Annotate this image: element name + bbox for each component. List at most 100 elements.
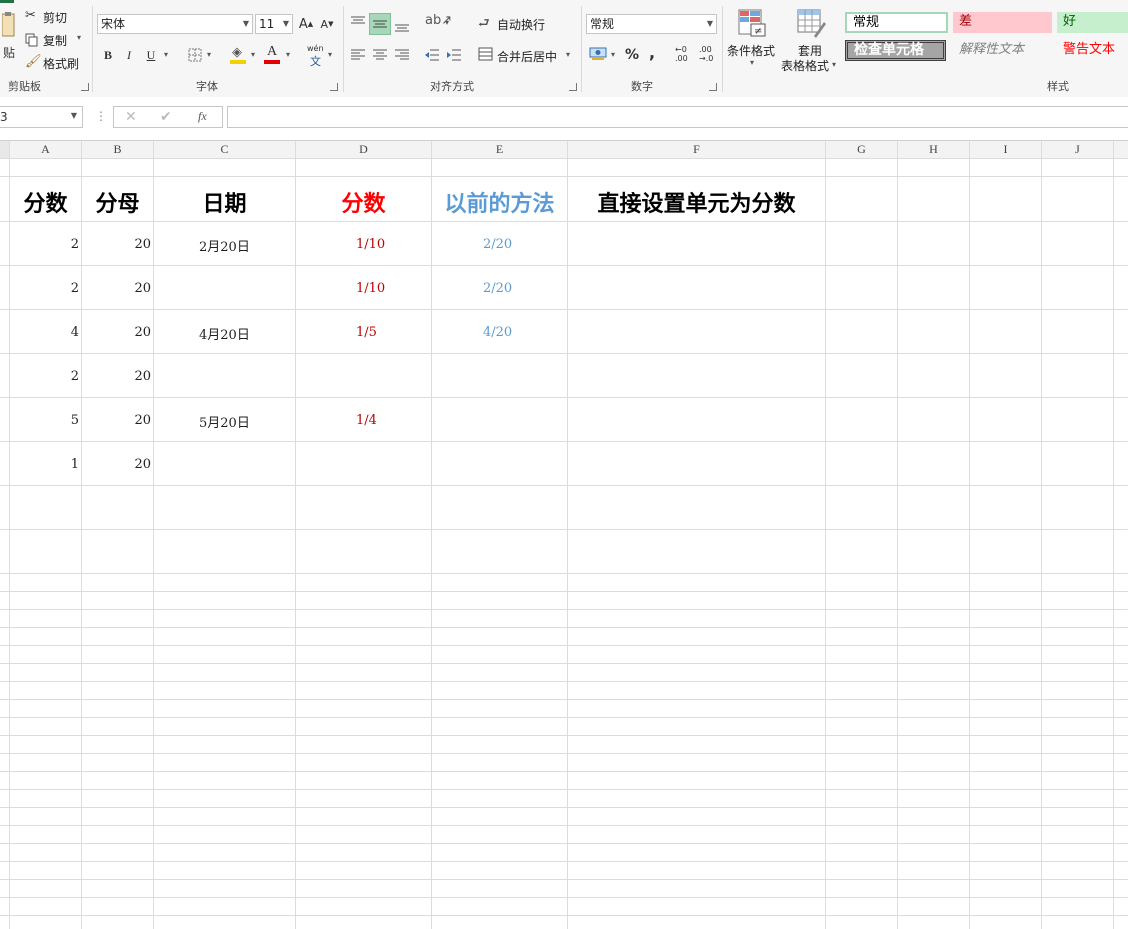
- align-top-icon[interactable]: [350, 15, 366, 29]
- number-launcher-icon[interactable]: [709, 83, 717, 91]
- decrease-decimal-icon[interactable]: .00 →.0: [699, 45, 719, 65]
- style-check-cell[interactable]: 检查单元格: [845, 40, 946, 61]
- font-name-select[interactable]: 宋体 ▼: [97, 14, 253, 34]
- cell-D3[interactable]: 1/10: [356, 281, 385, 296]
- format-painter-button[interactable]: 🖌 格式刷: [25, 54, 85, 72]
- merge-dropdown-icon[interactable]: ▾: [566, 50, 570, 59]
- column-header-F[interactable]: F: [568, 141, 825, 158]
- header-cell-A[interactable]: 分数: [10, 186, 81, 218]
- font-size-select[interactable]: 11 ▼: [255, 14, 293, 34]
- column-header-G[interactable]: G: [826, 141, 897, 158]
- increase-font-icon[interactable]: A ▲: [298, 14, 314, 34]
- bold-button[interactable]: B: [101, 46, 115, 64]
- cut-button[interactable]: ✂ 剪切: [25, 8, 85, 26]
- cell-B3[interactable]: 20: [82, 281, 151, 296]
- decrease-font-icon[interactable]: A ▼: [319, 14, 335, 34]
- style-explanatory[interactable]: 解释性文本: [953, 40, 1052, 61]
- drag-handle-icon[interactable]: ⋮: [95, 109, 107, 123]
- cell-C6[interactable]: 5月20日: [199, 412, 250, 431]
- cell-A5[interactable]: 2: [10, 369, 79, 384]
- cell-A4[interactable]: 4: [10, 325, 79, 340]
- copy-dropdown-icon[interactable]: ▾: [77, 33, 81, 42]
- accounting-format-button[interactable]: [589, 45, 609, 65]
- font-color-button[interactable]: A: [264, 44, 282, 65]
- border-icon[interactable]: [188, 48, 202, 62]
- conditional-format-button[interactable]: ≠ 条件格式 ▾: [726, 8, 778, 70]
- cell-D2[interactable]: 1/10: [356, 237, 385, 252]
- cell-C4[interactable]: 4月20日: [199, 324, 250, 343]
- phonetic-dropdown-icon[interactable]: ▾: [328, 50, 332, 59]
- header-cell-E[interactable]: 以前的方法: [432, 186, 567, 218]
- header-cell-C[interactable]: 日期: [154, 186, 295, 218]
- format-as-table-button[interactable]: 套用 表格格式 ▾: [780, 8, 842, 73]
- cell-B6[interactable]: 20: [82, 413, 151, 428]
- cell-E2[interactable]: 2/20: [483, 237, 512, 252]
- font-launcher-icon[interactable]: [330, 83, 338, 91]
- cell-B4[interactable]: 20: [82, 325, 151, 340]
- cell-E3[interactable]: 2/20: [483, 281, 512, 296]
- comma-button[interactable]: ,: [645, 42, 659, 62]
- accounting-dropdown-icon[interactable]: ▾: [611, 50, 615, 59]
- increase-indent-icon[interactable]: [446, 48, 462, 62]
- column-header-I[interactable]: I: [970, 141, 1041, 158]
- style-warning[interactable]: 警告文本: [1057, 40, 1128, 61]
- align-center-icon[interactable]: [372, 48, 388, 62]
- copy-button[interactable]: 复制 ▾: [25, 31, 87, 49]
- enter-icon[interactable]: ✔: [160, 109, 172, 125]
- column-header-E[interactable]: E: [432, 141, 567, 158]
- column-header-H[interactable]: H: [898, 141, 969, 158]
- style-good[interactable]: 好: [1057, 12, 1128, 33]
- cell-A6[interactable]: 5: [10, 413, 79, 428]
- cell-B7[interactable]: 20: [82, 457, 151, 472]
- align-left-icon[interactable]: [350, 48, 366, 62]
- underline-button[interactable]: U: [144, 46, 158, 64]
- decrease-indent-icon[interactable]: [424, 48, 440, 62]
- name-box[interactable]: 3 ▼: [0, 106, 83, 128]
- cell-B5[interactable]: 20: [82, 369, 151, 384]
- number-format-select[interactable]: 常规 ▼: [586, 14, 717, 34]
- column-header-B[interactable]: B: [82, 141, 153, 158]
- column-header-A[interactable]: A: [10, 141, 81, 158]
- style-bad[interactable]: 差: [953, 12, 1052, 33]
- merge-center-button[interactable]: 合并后居中 ▾: [478, 46, 574, 64]
- header-cell-D[interactable]: 分数: [296, 186, 431, 218]
- column-header-J[interactable]: J: [1042, 141, 1113, 158]
- grid-line: [0, 158, 1128, 159]
- cell-D4[interactable]: 1/5: [356, 325, 377, 340]
- align-bottom-icon[interactable]: [394, 19, 410, 33]
- column-header-D[interactable]: D: [296, 141, 431, 158]
- orientation-dropdown-icon[interactable]: ▾: [445, 18, 449, 27]
- wrap-text-button[interactable]: ⮐ 自动换行: [478, 14, 550, 32]
- alignment-launcher-icon[interactable]: [569, 83, 577, 91]
- header-cell-B[interactable]: 分母: [82, 186, 153, 218]
- increase-decimal-icon[interactable]: ←0.00: [675, 45, 695, 65]
- underline-dropdown-icon[interactable]: ▾: [164, 50, 168, 59]
- border-dropdown-icon[interactable]: ▾: [207, 50, 211, 59]
- fill-color-dropdown-icon[interactable]: ▾: [251, 50, 255, 59]
- font-color-dropdown-icon[interactable]: ▾: [286, 50, 290, 59]
- cell-E4[interactable]: 4/20: [483, 325, 512, 340]
- grid-line: [153, 141, 154, 929]
- cell-A7[interactable]: 1: [10, 457, 79, 472]
- cancel-icon[interactable]: ✕: [125, 109, 137, 125]
- cell-A3[interactable]: 2: [10, 281, 79, 296]
- align-middle-button[interactable]: [369, 13, 391, 35]
- fill-color-button[interactable]: ◈: [230, 45, 248, 65]
- cell-D6[interactable]: 1/4: [356, 413, 377, 428]
- select-all-corner[interactable]: [0, 141, 9, 158]
- paste-button[interactable]: 贴: [0, 8, 18, 64]
- spreadsheet-grid[interactable]: A B C D E F G H I J 分数 分母 日期 分数 以前的方法 直接…: [0, 141, 1128, 929]
- cell-A2[interactable]: 2: [10, 237, 79, 252]
- align-right-icon[interactable]: [394, 48, 410, 62]
- formula-input[interactable]: [227, 106, 1128, 128]
- italic-button[interactable]: I: [122, 46, 136, 64]
- column-header-C[interactable]: C: [154, 141, 295, 158]
- percent-button[interactable]: %: [624, 45, 640, 65]
- insert-function-icon[interactable]: fx: [198, 109, 207, 124]
- cell-B2[interactable]: 20: [82, 237, 151, 252]
- clipboard-launcher-icon[interactable]: [81, 83, 89, 91]
- header-cell-F[interactable]: 直接设置单元为分数: [568, 186, 825, 218]
- style-normal[interactable]: 常规: [845, 12, 948, 33]
- phonetic-button[interactable]: wén 文: [307, 44, 327, 68]
- cell-C2[interactable]: 2月20日: [199, 236, 250, 255]
